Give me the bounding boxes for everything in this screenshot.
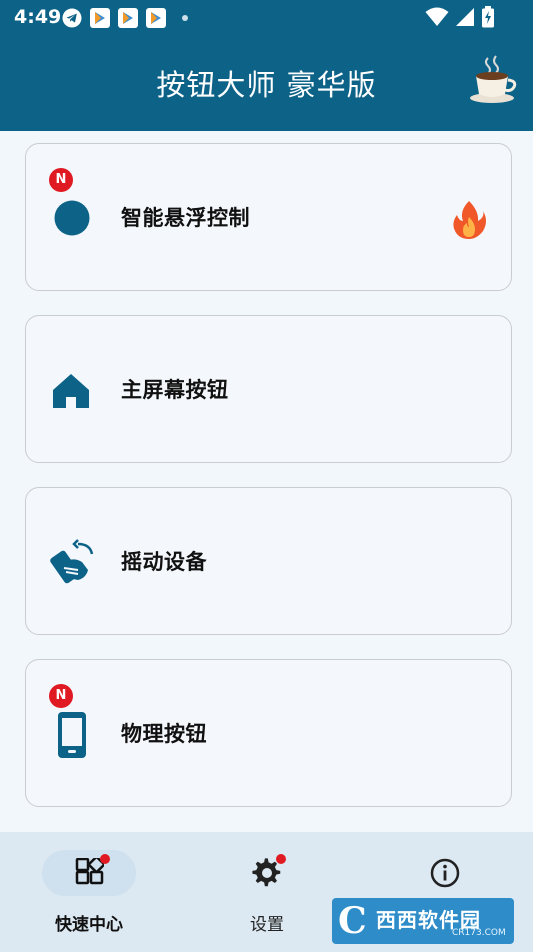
coffee-cup-icon[interactable] [468,54,520,104]
info-icon [430,858,460,888]
phone-device-icon [58,712,86,758]
status-system-icons [425,6,495,28]
card-label: 摇动设备 [121,550,207,574]
floating-circle-icon [54,200,90,236]
nav-item-quick-center[interactable]: 快速中心 [0,832,178,952]
watermark-logo: C 西西软件园 CR173.COM [332,898,514,944]
card-label: 智能悬浮控制 [121,206,250,230]
play-store-icon [146,8,166,28]
dashboard-grid-icon [75,858,104,885]
card-label: 主屏幕按钮 [121,378,229,402]
notification-dot-icon [182,15,188,21]
card-smart-float-control[interactable]: N 智能悬浮控制 [25,143,512,291]
notification-dot [276,854,286,864]
new-badge: N [49,684,73,708]
card-shake-device[interactable]: 摇动设备 [25,487,512,635]
nav-label: 设置 [250,915,284,935]
card-home-screen-button[interactable]: 主屏幕按钮 [25,315,512,463]
play-store-icon [118,8,138,28]
notification-dot [100,854,110,864]
status-bar: 4:49 [0,0,533,36]
play-store-icon [90,8,110,28]
nav-label: 快速中心 [55,915,123,935]
card-physical-button[interactable]: N 物理按钮 [25,659,512,807]
signal-icon [456,8,474,26]
status-time: 4:49 [14,6,62,28]
telegram-icon [62,8,82,28]
shake-device-icon [50,539,94,584]
app-title: 按钮大师 豪华版 [156,68,377,102]
battery-charging-icon [482,6,494,28]
status-notification-icons [62,8,188,28]
app-header: 4:49 按钮大师 豪华版 [0,0,533,131]
nav-item-settings[interactable]: 设置 [178,832,356,952]
new-badge: N [49,168,73,192]
watermark-c-glyph: C [338,900,367,942]
card-label: 物理按钮 [121,722,207,746]
watermark-sub: CR173.COM [452,928,506,938]
fire-icon [453,201,486,239]
wifi-icon [425,7,449,26]
home-icon [53,374,89,408]
